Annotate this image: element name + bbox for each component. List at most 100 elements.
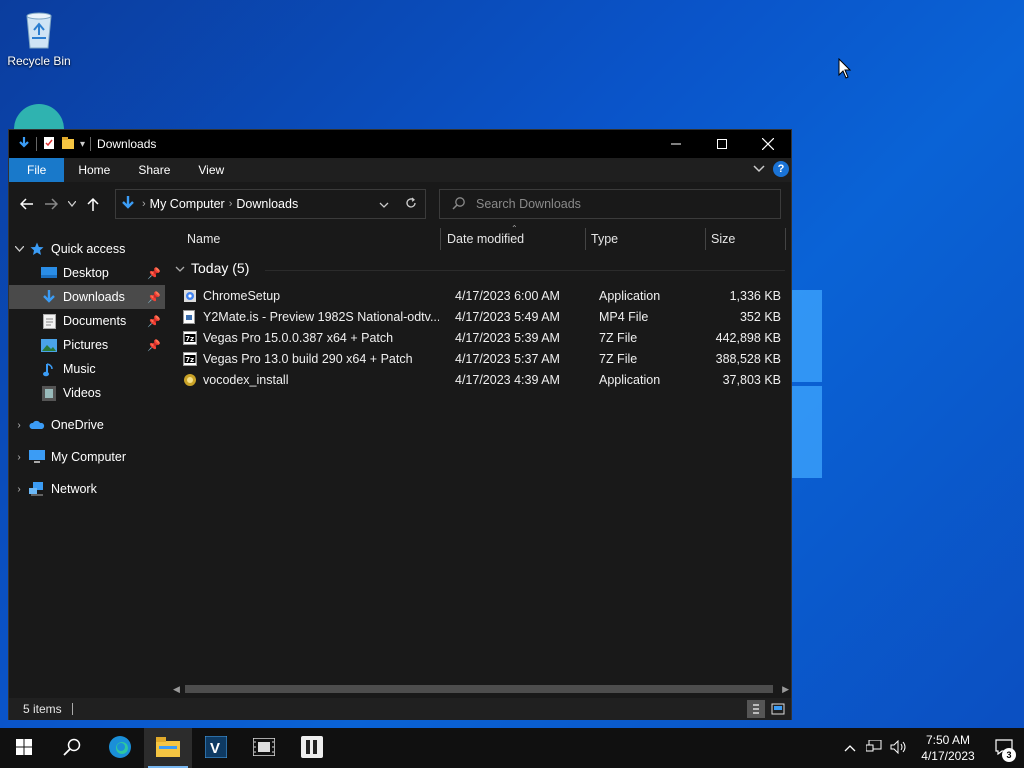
edge-browser-icon — [108, 735, 132, 762]
vegas-app-icon: V — [204, 735, 228, 761]
customize-toolbar-chevron-icon[interactable]: ▾ — [80, 139, 85, 150]
breadcrumb-downloads[interactable]: Downloads — [236, 197, 298, 211]
file-name: vocodex_install — [203, 372, 289, 387]
back-button[interactable] — [15, 189, 39, 219]
title-bar[interactable]: ▾ Downloads — [9, 130, 791, 158]
expand-chevron-icon[interactable]: › — [9, 420, 29, 431]
new-folder-icon[interactable] — [61, 136, 75, 153]
svg-text:7z: 7z — [185, 335, 194, 343]
file-name: Vegas Pro 15.0.0.387 x64 + Patch — [203, 330, 394, 345]
pin-icon[interactable]: 📌 — [147, 291, 161, 304]
search-input[interactable]: Search Downloads — [439, 189, 781, 219]
forward-button[interactable] — [39, 189, 63, 219]
file-date: 4/17/2023 4:39 AM — [455, 372, 560, 387]
file-list: Name Date modified ⌃ Type Size Today (5)… — [167, 224, 791, 696]
properties-icon[interactable] — [42, 136, 56, 153]
network-status-icon[interactable] — [862, 739, 886, 757]
collapse-chevron-icon[interactable] — [9, 244, 29, 255]
taskbar-edge[interactable] — [96, 728, 144, 768]
show-hidden-icons-chevron-icon[interactable] — [838, 741, 862, 755]
expand-chevron-icon[interactable]: › — [9, 484, 29, 495]
group-collapse-chevron-icon[interactable] — [175, 260, 185, 276]
nav-item-label: Videos — [63, 386, 101, 400]
nav-quick-access[interactable]: Quick access — [9, 237, 165, 261]
file-name: Vegas Pro 13.0 build 290 x64 + Patch — [203, 351, 413, 366]
installer-app-icon — [301, 735, 323, 761]
pin-icon[interactable]: 📌 — [147, 339, 161, 352]
tab-home[interactable]: Home — [64, 158, 124, 182]
file-row[interactable]: Y2Mate.is - Preview 1982S National-odtv.… — [183, 306, 787, 327]
7z-archive-icon: 7z — [183, 330, 197, 345]
file-row[interactable]: ChromeSetup 4/17/2023 6:00 AM Applicatio… — [183, 285, 787, 306]
pin-icon[interactable]: 📌 — [147, 315, 161, 328]
minimize-button[interactable] — [653, 130, 699, 158]
refresh-icon[interactable] — [405, 197, 417, 212]
nav-item-documents[interactable]: Documents 📌 — [9, 309, 165, 333]
file-row[interactable]: 7z Vegas Pro 15.0.0.387 x64 + Patch 4/17… — [183, 327, 787, 348]
column-header-type[interactable]: Type — [591, 228, 618, 250]
item-count: 5 items — [23, 702, 62, 716]
nav-item-music[interactable]: Music — [9, 357, 165, 381]
scrollbar-thumb[interactable] — [185, 685, 773, 693]
group-header-today[interactable]: Today (5) — [175, 260, 785, 276]
search-placeholder: Search Downloads — [476, 197, 581, 211]
downloads-icon — [41, 289, 57, 305]
expand-ribbon-chevron-icon[interactable] — [753, 162, 765, 176]
file-name: ChromeSetup — [203, 288, 281, 303]
up-button[interactable] — [81, 189, 105, 219]
downloads-arrow-icon — [17, 136, 31, 153]
nav-item-videos[interactable]: Videos — [9, 381, 165, 405]
large-icons-view-button[interactable] — [769, 700, 787, 718]
recent-locations-chevron-icon[interactable] — [63, 189, 81, 219]
tab-share[interactable]: Share — [124, 158, 184, 182]
maximize-button[interactable] — [699, 130, 745, 158]
expand-chevron-icon[interactable]: › — [9, 452, 29, 463]
nav-item-network[interactable]: › Network — [9, 477, 165, 501]
file-date: 4/17/2023 5:39 AM — [455, 330, 560, 345]
desktop-icon-recycle-bin[interactable]: Recycle Bin — [4, 8, 74, 68]
scroll-right-arrow-icon[interactable]: ▶ — [782, 682, 789, 696]
taskbar-installer-app[interactable] — [288, 728, 336, 768]
nav-item-pictures[interactable]: Pictures 📌 — [9, 333, 165, 357]
start-button[interactable] — [0, 728, 48, 768]
close-button[interactable] — [745, 130, 791, 158]
file-row[interactable]: vocodex_install 4/17/2023 4:39 AM Applic… — [183, 369, 787, 390]
breadcrumb-separator-icon: › — [142, 198, 146, 210]
nav-item-onedrive[interactable]: › OneDrive — [9, 413, 165, 437]
column-header-name[interactable]: Name — [187, 228, 220, 250]
nav-item-label: Pictures — [63, 338, 109, 352]
breadcrumb-my-computer[interactable]: My Computer — [150, 197, 225, 211]
taskbar-video-app[interactable] — [240, 728, 288, 768]
tab-file[interactable]: File — [9, 158, 65, 182]
pin-icon[interactable]: 📌 — [147, 267, 161, 280]
sort-indicator-icon: ⌃ — [511, 224, 518, 233]
column-header-size[interactable]: Size — [711, 228, 735, 250]
scroll-left-arrow-icon[interactable]: ◀ — [173, 682, 180, 696]
file-size: 442,898 KB — [715, 330, 781, 345]
file-size: 352 KB — [739, 309, 781, 324]
details-view-button[interactable] — [747, 700, 765, 718]
taskbar-clock[interactable]: 7:50 AM 4/17/2023 — [912, 732, 984, 764]
address-dropdown-chevron-icon[interactable] — [379, 197, 389, 211]
taskbar-file-explorer[interactable] — [144, 728, 192, 768]
nav-item-downloads[interactable]: Downloads 📌 — [9, 285, 165, 309]
tab-view[interactable]: View — [184, 158, 238, 182]
file-size: 37,803 KB — [722, 372, 781, 387]
system-tray: 7:50 AM 4/17/2023 3 — [838, 728, 1024, 768]
action-center-button[interactable]: 3 — [984, 728, 1024, 768]
nav-item-label: Music — [63, 362, 96, 376]
explorer-window: ▾ Downloads File Home Share View ? › My … — [8, 129, 792, 720]
nav-item-my-computer[interactable]: › My Computer — [9, 445, 165, 469]
horizontal-scrollbar[interactable]: ◀ ▶ — [167, 682, 791, 696]
help-icon[interactable]: ? — [773, 161, 789, 177]
nav-item-desktop[interactable]: Desktop 📌 — [9, 261, 165, 285]
search-taskbar-button[interactable] — [48, 728, 96, 768]
taskbar-vegas[interactable]: V — [192, 728, 240, 768]
file-size: 388,528 KB — [715, 351, 781, 366]
edge-desktop-icon[interactable] — [14, 104, 64, 130]
app-installer-icon — [183, 373, 197, 387]
file-row[interactable]: 7z Vegas Pro 13.0 build 290 x64 + Patch … — [183, 348, 787, 369]
volume-icon[interactable] — [886, 739, 912, 757]
address-bar[interactable]: › My Computer › Downloads — [115, 189, 426, 219]
videos-icon — [41, 385, 57, 401]
